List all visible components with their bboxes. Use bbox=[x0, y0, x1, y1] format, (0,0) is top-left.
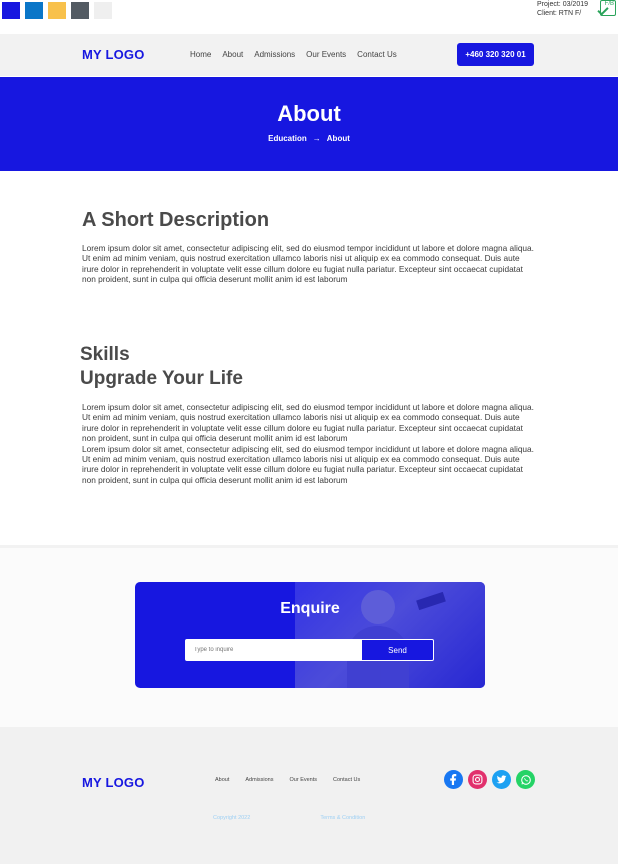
nav-links: Home About Admissions Our Events Contact… bbox=[190, 50, 397, 59]
terms-link[interactable]: Terms & Condition bbox=[320, 815, 365, 821]
client-label: Client: RTN F/ bbox=[537, 10, 582, 17]
footer: MY LOGO About Admissions Our Events Cont… bbox=[0, 727, 618, 864]
enquire-card: Enquire Send bbox=[135, 582, 485, 688]
navbar: MY LOGO Home About Admissions Our Events… bbox=[0, 34, 618, 76]
hero-banner: About Education → About bbox=[0, 77, 618, 171]
twitter-icon[interactable] bbox=[492, 770, 511, 789]
site-logo[interactable]: MY LOGO bbox=[82, 47, 145, 62]
skills-heading: Skills Upgrade Your Life bbox=[80, 343, 243, 391]
skills-title: Skills bbox=[80, 344, 130, 365]
palette-swatch-3 bbox=[48, 2, 66, 19]
project-label: Project: 03/2019 bbox=[537, 1, 588, 8]
social-links bbox=[444, 770, 535, 789]
send-button[interactable]: Send bbox=[361, 639, 434, 661]
nav-link-contact[interactable]: Contact Us bbox=[357, 50, 397, 59]
footer-logo[interactable]: MY LOGO bbox=[82, 775, 145, 790]
footer-link-about[interactable]: About bbox=[215, 777, 229, 783]
description-line: Ut enim ad minim veniam, quis nostrud ex… bbox=[82, 253, 523, 285]
footer-link-contact[interactable]: Contact Us bbox=[333, 777, 360, 783]
instagram-icon[interactable] bbox=[468, 770, 487, 789]
breadcrumb-current: About bbox=[326, 134, 350, 143]
skills-line: Ut enim ad minim veniam, quis nostrud ex… bbox=[82, 412, 523, 444]
nav-link-home[interactable]: Home bbox=[190, 50, 211, 59]
skills-line: Lorem ipsum dolor sit amet, consectetur … bbox=[82, 443, 534, 454]
nav-link-events[interactable]: Our Events bbox=[306, 50, 346, 59]
skills-subtitle: Upgrade Your Life bbox=[80, 368, 243, 389]
palette-swatch-1 bbox=[2, 2, 20, 19]
breadcrumb: Education → About bbox=[0, 134, 618, 143]
description-line: Lorem ipsum dolor sit amet, consectetur … bbox=[82, 243, 534, 253]
palette-swatch-4 bbox=[71, 2, 89, 19]
footer-legal: Copyright 2022 Terms & Condition bbox=[213, 815, 365, 821]
palette-swatch-5 bbox=[94, 2, 112, 19]
breadcrumb-education[interactable]: Education bbox=[268, 134, 307, 143]
enquire-title: Enquire bbox=[280, 600, 340, 617]
enquire-input[interactable] bbox=[185, 639, 362, 661]
nav-link-about[interactable]: About bbox=[222, 50, 243, 59]
skills-line: Lorem ipsum dolor sit amet, consectetur … bbox=[82, 402, 534, 412]
copyright-text: Copyright 2022 bbox=[213, 815, 251, 821]
color-palette bbox=[2, 2, 112, 19]
page-title: About bbox=[277, 101, 341, 126]
student-photo bbox=[295, 582, 485, 688]
phone-button[interactable]: +460 320 320 01 bbox=[457, 43, 534, 66]
footer-links: About Admissions Our Events Contact Us bbox=[215, 777, 360, 783]
description-heading: A Short Description bbox=[82, 209, 270, 231]
whatsapp-icon[interactable] bbox=[516, 770, 535, 789]
palette-swatch-2 bbox=[25, 2, 43, 19]
skills-text: Lorem ipsum dolor sit amet, consectetur … bbox=[82, 402, 538, 485]
footer-link-events[interactable]: Our Events bbox=[290, 777, 318, 783]
skills-line: Ut enim ad minim veniam, quis nostrud ex… bbox=[82, 454, 523, 485]
footer-link-admissions[interactable]: Admissions bbox=[245, 777, 273, 783]
project-info: Project: 03/2019 Client: RTN F/ bbox=[537, 0, 588, 18]
description-text: Lorem ipsum dolor sit amet, consectetur … bbox=[82, 243, 538, 285]
nav-link-admissions[interactable]: Admissions bbox=[254, 50, 295, 59]
arrow-right-icon: → bbox=[312, 134, 321, 143]
facebook-icon[interactable] bbox=[444, 770, 463, 789]
